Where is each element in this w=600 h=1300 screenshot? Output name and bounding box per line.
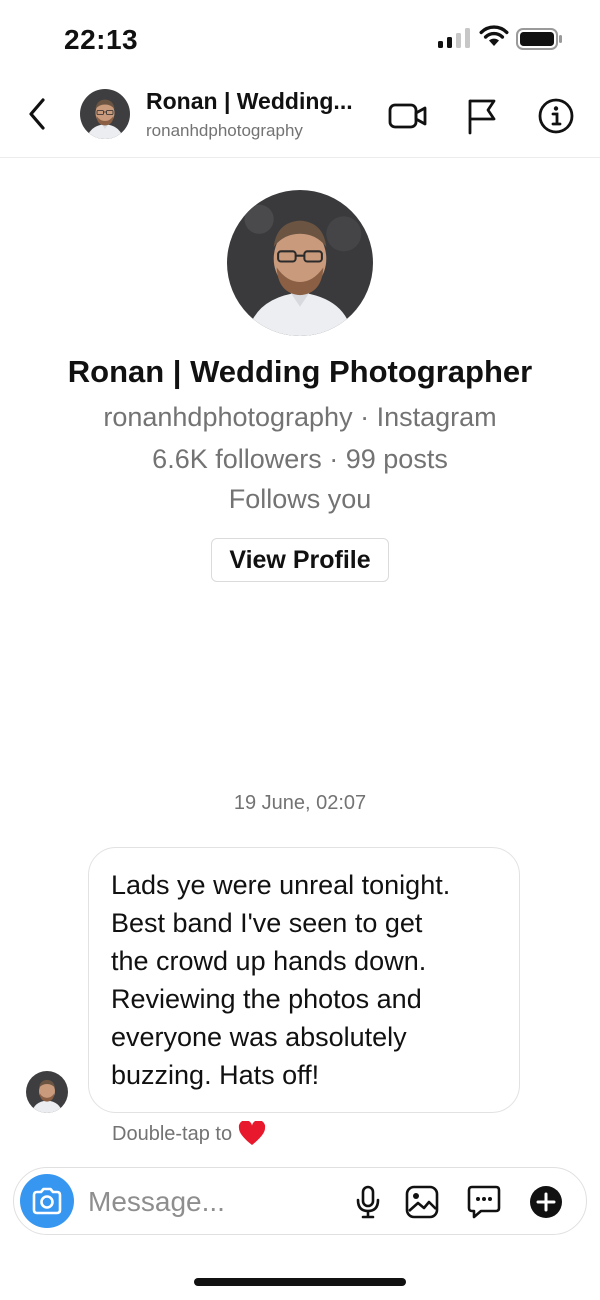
message-bubble[interactable]: Lads ye were unreal tonight. Best band I… [88, 847, 520, 1113]
header-username[interactable]: ronanhdphotography [146, 121, 303, 141]
plus-icon [530, 1186, 562, 1218]
cellular-signal-icon [438, 28, 470, 48]
wifi-icon [479, 25, 509, 46]
message-input[interactable] [88, 1182, 338, 1222]
message-text: Lads ye were unreal tonight. Best band I… [111, 870, 451, 1090]
avatar-photo [80, 89, 130, 139]
gallery-button[interactable] [404, 1184, 440, 1220]
double-tap-hint: Double-tap to [112, 1121, 266, 1147]
camera-button[interactable] [20, 1174, 74, 1228]
profile-avatar[interactable] [227, 190, 373, 336]
status-time: 22:13 [64, 24, 139, 55]
voice-message-button[interactable] [350, 1184, 386, 1220]
home-indicator [194, 1278, 406, 1286]
message-timestamp: 19 June, 02:07 [233, 792, 367, 814]
back-button[interactable] [20, 94, 54, 134]
profile-display-name: Ronan | Wedding Photographer [67, 354, 533, 389]
flag-icon [468, 99, 496, 135]
status-bar: 22:13 [0, 0, 600, 80]
video-call-button[interactable] [388, 96, 428, 136]
profile-handle-line: ronanhdphotography · Instagram [103, 402, 497, 432]
sticker-button[interactable] [466, 1184, 502, 1220]
header-display-name[interactable]: Ronan | Wedding... [146, 88, 382, 115]
double-tap-hint-label: Double-tap to [112, 1122, 233, 1145]
heart-icon [239, 1121, 266, 1145]
info-button[interactable] [536, 96, 576, 136]
gallery-icon [405, 1185, 439, 1219]
profile-photo [227, 190, 373, 336]
back-chevron-icon [29, 98, 45, 130]
view-profile-button[interactable]: View Profile [211, 538, 389, 582]
camera-icon [32, 1187, 62, 1215]
more-options-button[interactable] [528, 1184, 564, 1220]
profile-follow-status: Follows you [228, 484, 372, 514]
message-composer [13, 1167, 587, 1235]
sender-avatar[interactable] [26, 1071, 68, 1113]
video-call-icon [388, 103, 427, 129]
sender-avatar-photo [26, 1071, 68, 1113]
battery-icon [516, 28, 562, 50]
profile-stats-line: 6.6K followers · 99 posts [152, 444, 448, 474]
header-avatar[interactable] [80, 89, 130, 139]
microphone-icon [356, 1185, 380, 1219]
report-button[interactable] [462, 96, 502, 136]
chat-header: Ronan | Wedding... ronanhdphotography [0, 80, 600, 158]
info-icon [538, 98, 574, 134]
sticker-icon [467, 1185, 501, 1219]
